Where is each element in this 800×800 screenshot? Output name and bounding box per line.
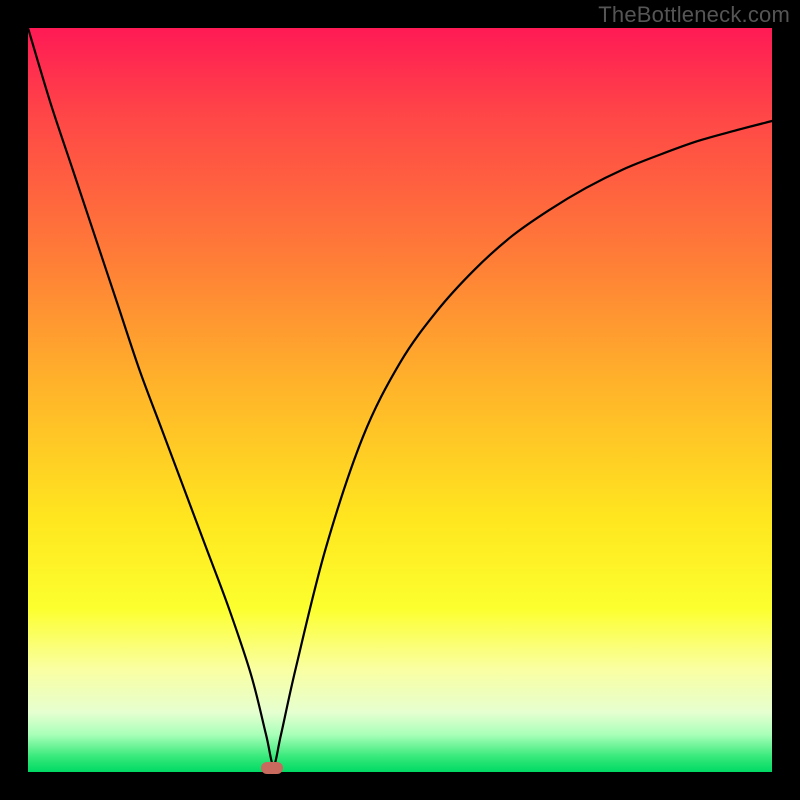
optimum-marker xyxy=(261,762,283,774)
bottleneck-curve xyxy=(28,28,772,772)
plot-area xyxy=(28,28,772,772)
chart-frame: TheBottleneck.com xyxy=(0,0,800,800)
watermark-text: TheBottleneck.com xyxy=(598,2,790,28)
